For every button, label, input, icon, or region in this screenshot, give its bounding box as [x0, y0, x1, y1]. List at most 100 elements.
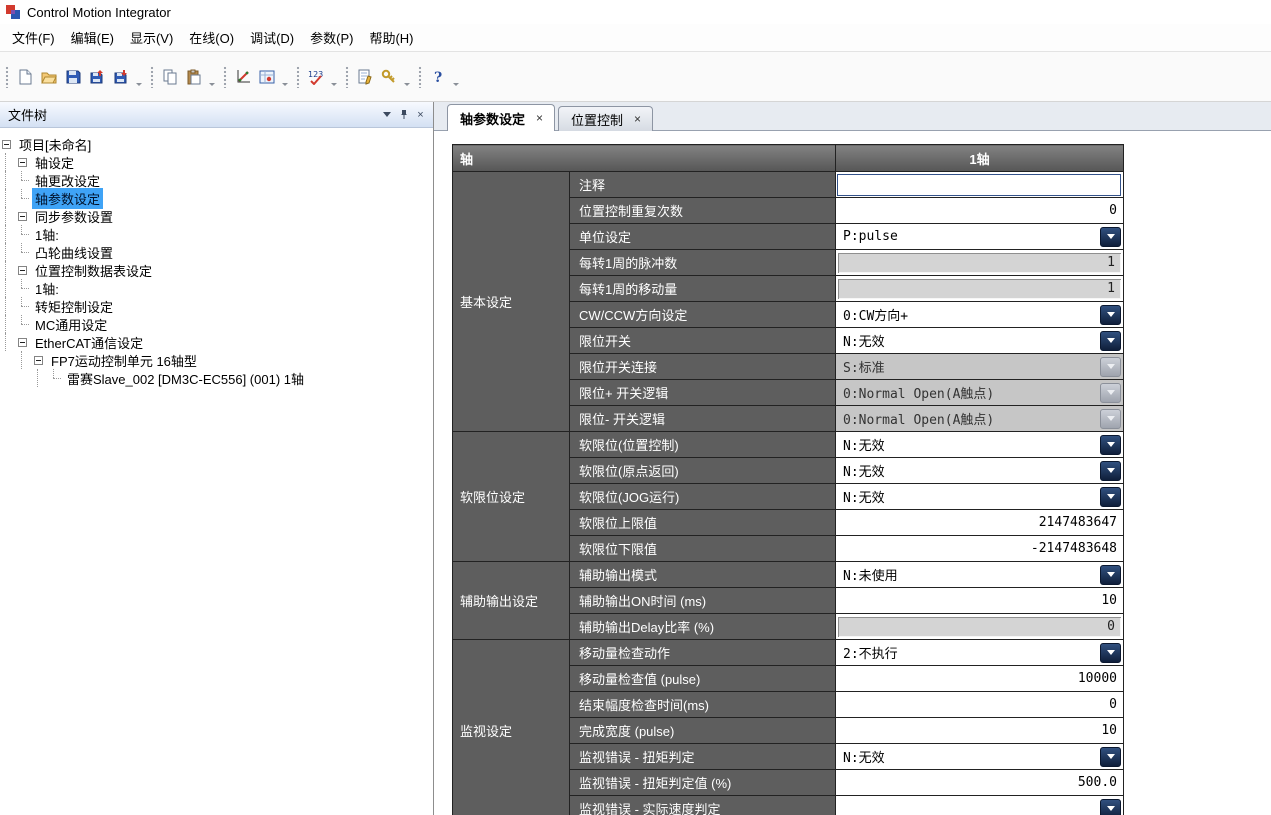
param-value-number[interactable]: 10 [836, 588, 1124, 614]
tree-item-axis-settings[interactable]: 轴设定 [0, 153, 433, 171]
group-basic-settings: 基本设定 [453, 172, 570, 432]
menu-help[interactable]: 帮助(H) [361, 24, 421, 51]
parameter-edit-button[interactable] [353, 65, 377, 89]
paste-button[interactable] [182, 65, 206, 89]
param-value-select[interactable]: 2:不执行 [836, 640, 1124, 666]
tab-close-icon[interactable]: × [632, 112, 643, 126]
tree-item-axis-change[interactable]: 轴更改设定 [0, 171, 433, 189]
chevron-down-icon[interactable] [1100, 643, 1121, 663]
copy-button[interactable] [158, 65, 182, 89]
menu-view[interactable]: 显示(V) [122, 24, 181, 51]
panel-pin-icon[interactable] [395, 107, 412, 122]
menu-online[interactable]: 在线(O) [181, 24, 242, 51]
param-label: 位置控制重复次数 [570, 198, 836, 224]
tree-item-position-table[interactable]: 位置控制数据表设定 [0, 261, 433, 279]
menu-edit[interactable]: 编辑(E) [63, 24, 122, 51]
param-label: 软限位(原点返回) [570, 458, 836, 484]
tree-expander-icon[interactable] [2, 140, 11, 149]
tree-expander-icon[interactable] [18, 266, 27, 275]
parameter-edit-icon [357, 69, 373, 85]
tree-item-axis-parameter[interactable]: 轴参数设定 [0, 189, 433, 207]
toolbar-overflow-chevron[interactable] [280, 63, 290, 91]
tree-item-sync-parameter[interactable]: 同步参数设置 [0, 207, 433, 225]
param-value-select[interactable]: N:未使用 [836, 562, 1124, 588]
tree-item-mc-common[interactable]: MC通用设定 [0, 315, 433, 333]
param-value-number[interactable]: 0 [836, 692, 1124, 718]
tree-item-slave-002[interactable]: 雷赛Slave_002 [DM3C-EC556] (001) 1轴 [0, 369, 433, 387]
open-project-button[interactable] [37, 65, 61, 89]
toolbar-overflow-chevron[interactable] [207, 63, 217, 91]
chevron-down-icon[interactable] [1100, 331, 1121, 351]
project-tree: 项目[未命名] 轴设定 轴更改设定 轴参数设定 同步参数设置 [0, 128, 433, 815]
tree-item-fp7-unit[interactable]: FP7运动控制单元 16轴型 [0, 351, 433, 369]
app-icon [5, 4, 21, 20]
panel-close-icon[interactable]: × [412, 107, 429, 122]
toolbar-overflow-chevron[interactable] [451, 63, 461, 91]
param-value-select[interactable]: N:无效 [836, 458, 1124, 484]
tab-position-control[interactable]: 位置控制 × [558, 106, 653, 131]
menu-parameter[interactable]: 参数(P) [302, 24, 361, 51]
param-label: 限位+ 开关逻辑 [570, 380, 836, 406]
chevron-down-icon[interactable] [1100, 799, 1121, 815]
param-value-number[interactable]: -2147483648 [836, 536, 1124, 562]
param-value-select[interactable]: P:pulse [836, 224, 1124, 250]
param-value-select[interactable] [836, 796, 1124, 815]
tree-expander-icon[interactable] [18, 338, 27, 347]
table-header-axis: 轴 [453, 145, 836, 172]
group-soft-limit-settings: 软限位设定 [453, 432, 570, 562]
toolbar-overflow-chevron[interactable] [402, 63, 412, 91]
security-key-button[interactable] [377, 65, 401, 89]
panel-menu-chevron-down-icon[interactable] [378, 107, 395, 122]
comment-input[interactable] [837, 174, 1121, 196]
toolbar-overflow-chevron[interactable] [134, 63, 144, 91]
parameter-check-button[interactable]: 123 [304, 65, 328, 89]
new-document-button[interactable] [13, 65, 37, 89]
param-value-number[interactable]: 500.0 [836, 770, 1124, 796]
tab-content: 轴 1轴 基本设定 注释 位置控制重复次数 0 单位设定 P:pulse [434, 131, 1271, 815]
param-value-number[interactable]: 0 [836, 198, 1124, 224]
chevron-down-icon[interactable] [1100, 435, 1121, 455]
position-setting-button[interactable] [255, 65, 279, 89]
main-area: 文件树 × 项目[未命名] 轴设定 轴更改设定 [0, 102, 1271, 815]
chevron-down-icon[interactable] [1100, 461, 1121, 481]
chevron-down-icon[interactable] [1100, 487, 1121, 507]
param-value-select[interactable]: N:无效 [836, 328, 1124, 354]
param-value-select[interactable]: N:无效 [836, 432, 1124, 458]
chevron-down-icon[interactable] [1100, 747, 1121, 767]
param-label: 监视错误 - 扭矩判定 [570, 744, 836, 770]
param-value-number[interactable]: 10 [836, 718, 1124, 744]
save-button[interactable] [61, 65, 85, 89]
param-label: 限位- 开关逻辑 [570, 406, 836, 432]
param-value [836, 172, 1124, 198]
tree-expander-icon[interactable] [34, 356, 43, 365]
transfer-to-unit-button[interactable] [85, 65, 109, 89]
document-area: 轴参数设定 × 位置控制 × 轴 1轴 基本设定 注释 [434, 102, 1271, 815]
tree-item-position-axis1[interactable]: 1轴: [0, 279, 433, 297]
chevron-down-icon[interactable] [1100, 565, 1121, 585]
tree-expander-icon[interactable] [18, 158, 27, 167]
param-value-select[interactable]: N:无效 [836, 484, 1124, 510]
tree-item-ethercat[interactable]: EtherCAT通信设定 [0, 333, 433, 351]
param-value-number[interactable]: 2147483647 [836, 510, 1124, 536]
tab-close-icon[interactable]: × [534, 111, 545, 125]
menu-debug[interactable]: 调试(D) [242, 24, 302, 51]
menu-file[interactable]: 文件(F) [4, 24, 63, 51]
tab-axis-parameter[interactable]: 轴参数设定 × [447, 104, 555, 131]
param-label: 辅助输出Delay比率 (%) [570, 614, 836, 640]
param-value-number[interactable]: 10000 [836, 666, 1124, 692]
axis-scale-setting-button[interactable] [231, 65, 255, 89]
toolbar-grip [5, 66, 9, 88]
tree-expander-icon[interactable] [18, 212, 27, 221]
tab-bar: 轴参数设定 × 位置控制 × [434, 102, 1271, 131]
help-button[interactable]: ? [426, 65, 450, 89]
tree-item-project[interactable]: 项目[未命名] [0, 135, 433, 153]
toolbar-overflow-chevron[interactable] [329, 63, 339, 91]
param-value-select[interactable]: N:无效 [836, 744, 1124, 770]
transfer-from-unit-button[interactable] [109, 65, 133, 89]
tree-item-cam-curve[interactable]: 凸轮曲线设置 [0, 243, 433, 261]
chevron-down-icon[interactable] [1100, 227, 1121, 247]
param-value-select[interactable]: 0:CW方向+ [836, 302, 1124, 328]
chevron-down-icon[interactable] [1100, 305, 1121, 325]
tree-item-torque-control[interactable]: 转矩控制设定 [0, 297, 433, 315]
tree-item-sync-axis1[interactable]: 1轴: [0, 225, 433, 243]
